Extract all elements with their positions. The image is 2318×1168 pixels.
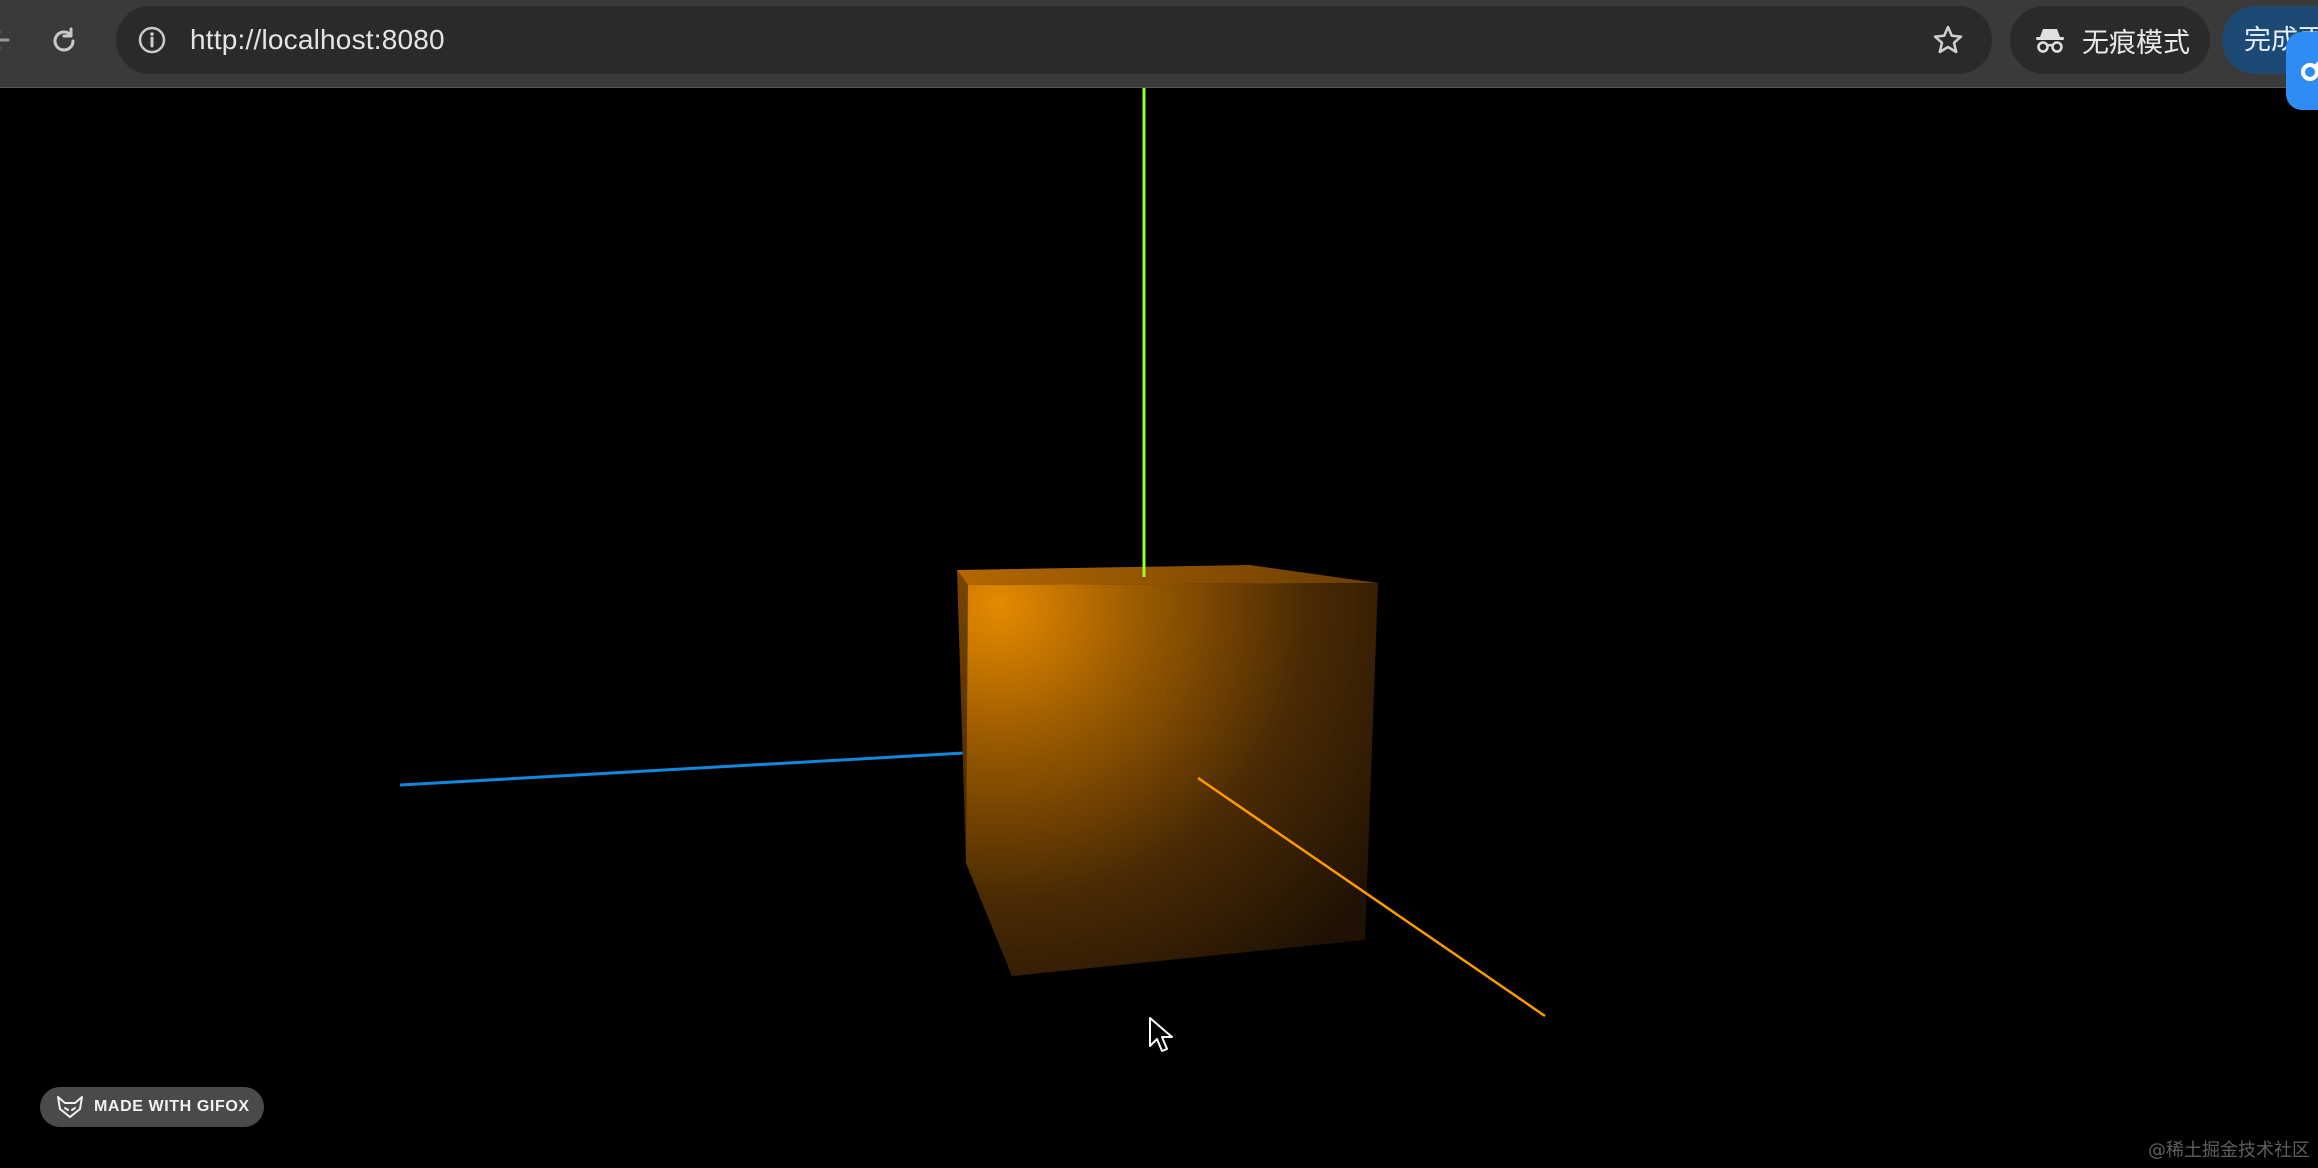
mouse-cursor-icon [1149, 1017, 1173, 1052]
address-bar[interactable]: http://localhost:8080 [116, 6, 1992, 74]
url-text[interactable]: http://localhost:8080 [190, 6, 445, 74]
bookmark-button[interactable] [1930, 22, 1966, 58]
incognito-button[interactable]: 无痕模式 [2010, 6, 2210, 74]
info-icon [138, 26, 166, 54]
orange-cube [957, 565, 1378, 976]
reload-button[interactable] [44, 21, 84, 61]
z-axis-line [399, 750, 983, 787]
fox-logo-icon [57, 1096, 83, 1118]
gifox-badge: MADE WITH GIFOX [40, 1087, 264, 1127]
cube-front-face [966, 583, 1378, 976]
back-arrow-icon[interactable] [0, 28, 12, 52]
watermark-text: @稀土掘金技术社区 [2148, 1140, 2310, 1161]
webgl-scene[interactable] [0, 88, 2318, 1168]
star-icon [1933, 25, 1963, 54]
reload-icon [53, 27, 75, 52]
incognito-icon [2036, 29, 2064, 53]
gifox-label: MADE WITH GIFOX [94, 1098, 250, 1115]
cube-top-face [957, 565, 1378, 585]
incognito-label: 无痕模式 [2082, 27, 2190, 58]
site-info-button[interactable] [132, 20, 172, 60]
browser-toolbar: http://localhost:8080 无痕模式 完成更 [0, 0, 2318, 88]
